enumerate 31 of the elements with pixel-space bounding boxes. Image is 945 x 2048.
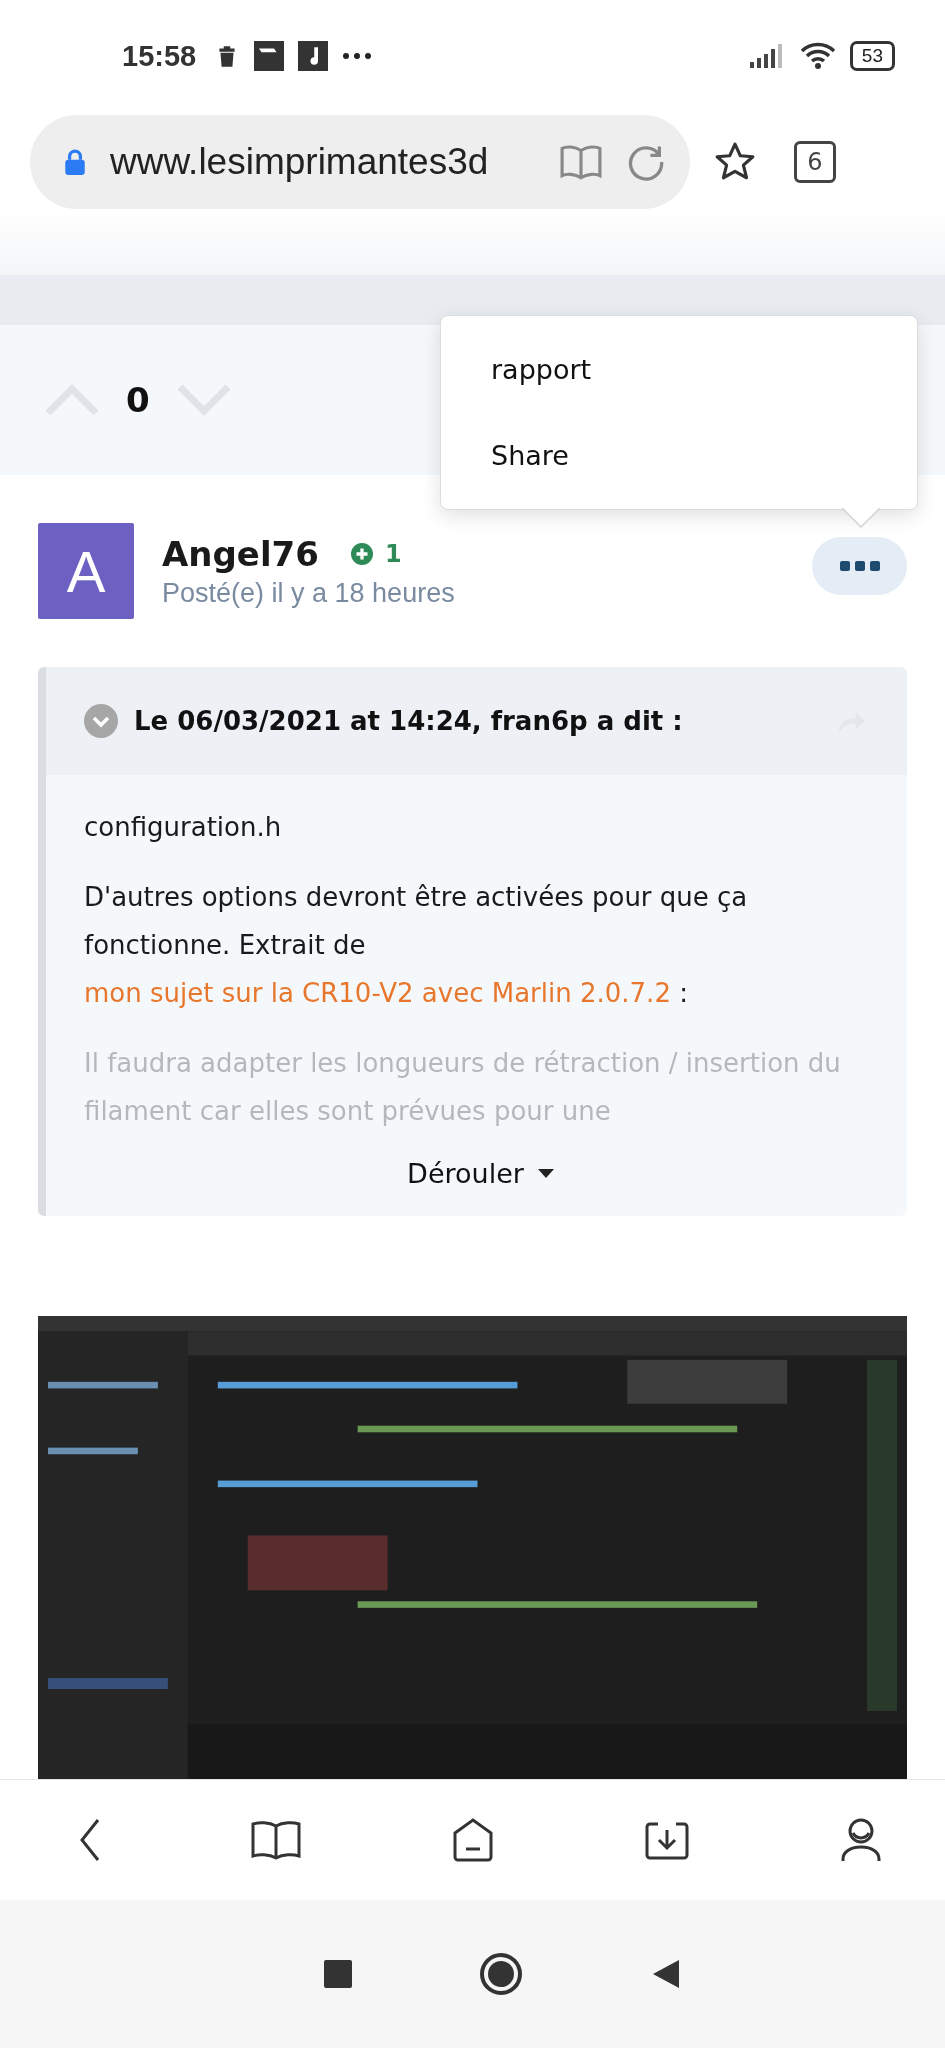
address-bar[interactable]: www.lesimprimantes3d [30, 115, 690, 209]
lock-icon [64, 149, 86, 175]
back-triangle-icon[interactable] [651, 1958, 682, 1990]
more-icon [839, 560, 880, 572]
wifi-icon [799, 42, 836, 70]
url-text: www.lesimprimantes3d [110, 141, 490, 183]
plus-icon [350, 542, 373, 565]
download-icon[interactable] [643, 1820, 690, 1860]
recents-icon[interactable] [323, 1960, 352, 1988]
author-name[interactable]: Angel76 [162, 533, 319, 574]
avatar[interactable]: A [38, 523, 134, 619]
menu-item[interactable]: Share [441, 440, 569, 472]
quote-text: configuration.h [84, 811, 283, 844]
back-icon[interactable] [78, 1818, 102, 1862]
vote-score: 0 [126, 380, 150, 420]
music-app-icon [298, 41, 329, 71]
status-time: 15:58 [122, 39, 197, 73]
tab-count-button[interactable]: 6 [794, 141, 836, 183]
home-button-icon[interactable] [479, 1952, 524, 1996]
battery-icon: 53 [849, 41, 895, 71]
caret-icon [537, 1168, 554, 1179]
book-icon[interactable] [251, 1820, 302, 1860]
menu-item[interactable]: rapport [441, 353, 592, 385]
expand-button[interactable]: Dérouler [401, 1157, 560, 1190]
post-date: Posté(e) il y a 18 heures [162, 577, 456, 609]
quote-text: Il faudra adapter les longueurs de rétraction / insertion du filament car elles sont prévues pour une [84, 1047, 842, 1128]
reputation-count: 1 [384, 539, 402, 568]
quote-header: Le 06/03/2021 at 14:24, fran6p a dit : [134, 706, 684, 736]
more-icon [342, 52, 373, 60]
quote-text: D'autres options devront être activées pour que ça fonctionne. Extrait de mon sujet sur la CR10-V2 avec Marlin 2.0.7.2 : [84, 881, 749, 1010]
profile-icon[interactable] [839, 1817, 883, 1863]
